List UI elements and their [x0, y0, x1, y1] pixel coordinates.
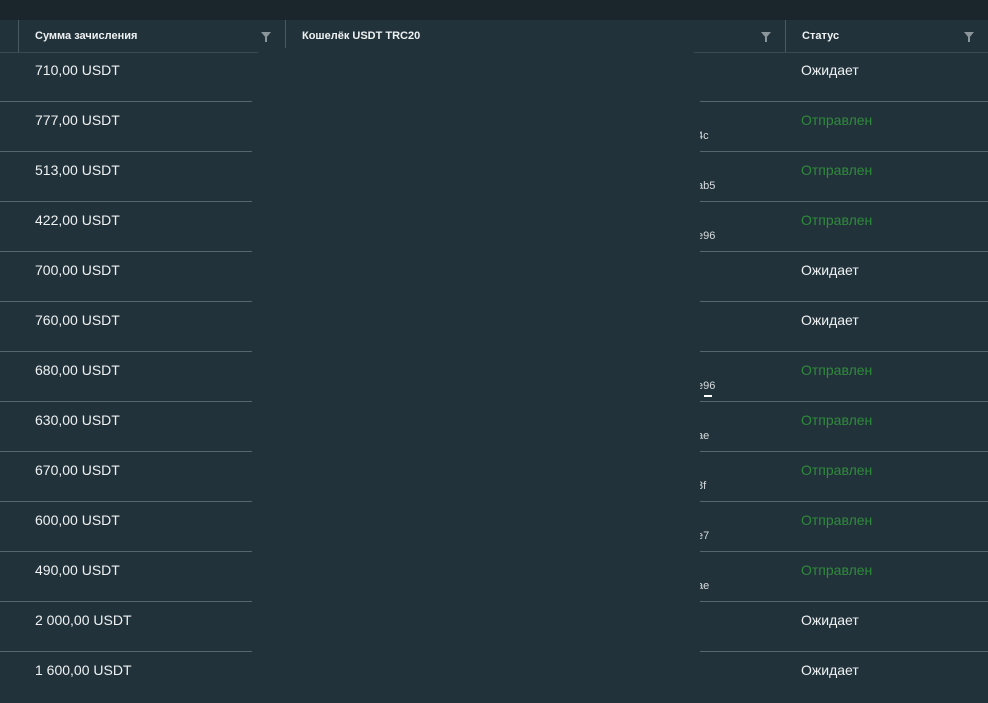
amount-cell: 630,00 USDT: [35, 412, 120, 428]
status-cell: Ожидает: [801, 262, 859, 278]
filter-icon[interactable]: [761, 32, 771, 42]
status-cell: Отправлен: [801, 162, 873, 178]
amount-cell: 680,00 USDT: [35, 362, 120, 378]
column-header-label: Сумма зачисления: [35, 30, 138, 42]
status-cell: Отправлен: [801, 212, 873, 228]
column-header-label: Статус: [802, 30, 840, 42]
filter-icon[interactable]: [964, 32, 974, 42]
column-header-label: Кошелёк USDT TRC20: [302, 30, 421, 42]
amount-cell: 710,00 USDT: [35, 62, 120, 78]
filter-icon[interactable]: [261, 32, 271, 42]
top-bar: [0, 0, 988, 21]
status-cell: Отправлен: [801, 362, 873, 378]
redacted-area: [252, 48, 700, 703]
status-cell: Отправлен: [801, 512, 873, 528]
amount-cell: 490,00 USDT: [35, 562, 120, 578]
amount-cell: 513,00 USDT: [35, 162, 120, 178]
status-cell: Отправлен: [801, 112, 873, 128]
page: Сумма зачисления Кошелёк USDT TRC20 Стат…: [0, 0, 988, 703]
amount-cell: 670,00 USDT: [35, 462, 120, 478]
status-cell: Ожидает: [801, 612, 859, 628]
amount-cell: 777,00 USDT: [35, 112, 120, 128]
status-cell: Ожидает: [801, 312, 859, 328]
amount-cell: 2 000,00 USDT: [35, 612, 132, 628]
amount-cell: 1 600,00 USDT: [35, 662, 132, 678]
amount-cell: 600,00 USDT: [35, 512, 120, 528]
status-cell: Ожидает: [801, 662, 859, 678]
column-header-status[interactable]: Статус: [785, 20, 988, 52]
amount-cell: 700,00 USDT: [35, 262, 120, 278]
amount-cell: 422,00 USDT: [35, 212, 120, 228]
status-cell: Отправлен: [801, 462, 873, 478]
status-cell: Отправлен: [801, 562, 873, 578]
status-cell: Ожидает: [801, 62, 859, 78]
column-header-amount[interactable]: Сумма зачисления: [18, 20, 285, 52]
amount-cell: 760,00 USDT: [35, 312, 120, 328]
text-cursor: [704, 395, 712, 397]
status-cell: Отправлен: [801, 412, 873, 428]
